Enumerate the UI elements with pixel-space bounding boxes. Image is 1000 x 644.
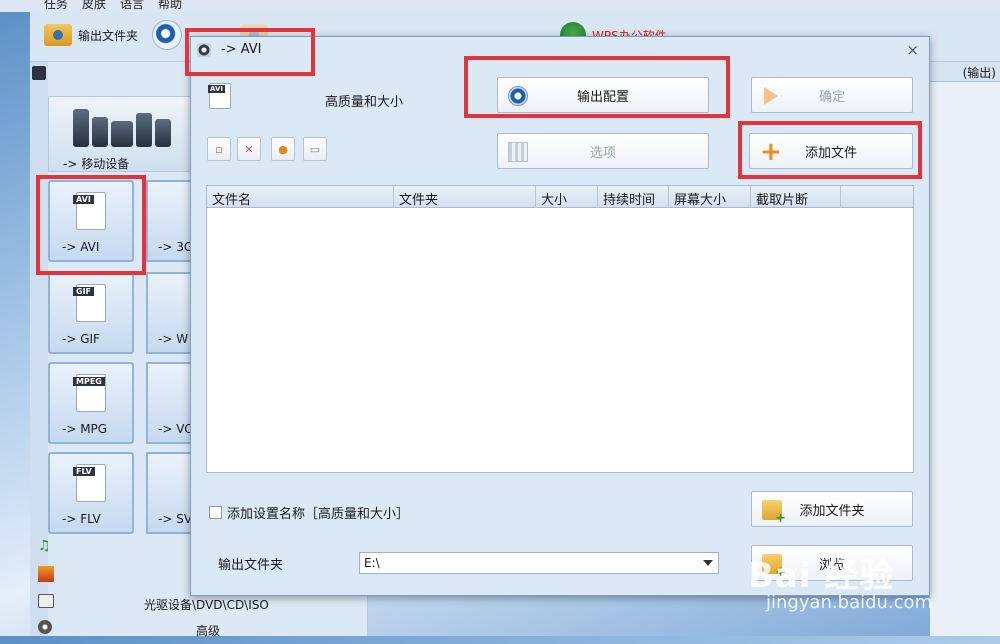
menu-task[interactable]: 任务: [44, 0, 68, 12]
plus-icon: +: [760, 137, 782, 167]
baidu-watermark-url: jingyan.baidu.com: [766, 592, 933, 613]
options-button[interactable]: [152, 20, 182, 50]
output-folder-button[interactable]: 输出文件夹: [44, 24, 138, 46]
remove-icon: ✕: [244, 142, 254, 156]
menu-skin[interactable]: 皮肤: [82, 0, 106, 12]
flv-file-icon: FLV: [73, 464, 106, 502]
col-size[interactable]: 大小: [536, 186, 598, 208]
advanced-category[interactable]: 高级: [30, 618, 368, 644]
quality-label: 高质量和大小: [325, 95, 404, 110]
col-folder[interactable]: 文件夹: [394, 186, 536, 208]
tile-swf-label: -> SV: [158, 512, 193, 526]
dialog-title: -> AVI: [221, 42, 262, 57]
app-icon: [197, 43, 211, 57]
media-info-icon-button[interactable]: ▭: [303, 137, 327, 161]
add-item-icon-button[interactable]: ▫: [207, 137, 231, 161]
output-folder-label: 输出文件夹: [78, 28, 139, 43]
tile-mpg-label: -> MPG: [62, 422, 108, 436]
film-icon: [508, 142, 528, 162]
tile-flv-label: -> FLV: [62, 512, 101, 526]
tile-vob-label: -> VO: [158, 422, 194, 436]
tile-gif-label: -> GIF: [62, 332, 100, 346]
col-duration[interactable]: 持续时间: [598, 186, 669, 208]
add-folder-label: 添加文件夹: [799, 503, 865, 519]
add-setting-name-checkbox[interactable]: 添加设置名称［高质量和大小］: [209, 503, 409, 522]
output-folder-select[interactable]: E:\: [359, 552, 719, 574]
mobile-devices-tile[interactable]: -> 移动设备: [48, 96, 193, 172]
drive-icon: [38, 594, 54, 608]
tile-vob[interactable]: -> VO: [146, 362, 196, 444]
add-doc-icon: ▫: [215, 142, 223, 156]
advanced-label: 高级: [196, 624, 221, 638]
checkbox-box[interactable]: [209, 506, 222, 519]
col-filename[interactable]: 文件名: [207, 186, 394, 208]
output-folder-value: E:\: [364, 556, 380, 570]
output-column-header[interactable]: (输出): [930, 62, 1000, 82]
settings-gear-icon: [508, 86, 528, 106]
tile-3gp[interactable]: -> 3G: [146, 180, 196, 262]
tile-avi[interactable]: AVI -> AVI: [48, 180, 134, 262]
avi-dialog: -> AVI × AVI 高质量和大小 输出配置 确定 ▫ ✕ ● ▭ 选项 +…: [190, 36, 930, 596]
avi-format-icon: AVI: [208, 83, 231, 109]
devices-icon: [73, 105, 173, 147]
mobile-devices-label: -> 移动设备: [63, 157, 130, 171]
folder-add-icon: [762, 500, 786, 526]
output-column-pane: (输出): [930, 62, 1000, 636]
dialog-titlebar: -> AVI ×: [191, 37, 929, 65]
confirm-label: 确定: [818, 89, 845, 105]
advanced-gear-icon: [38, 620, 52, 634]
output-config-label: 输出配置: [576, 89, 629, 105]
image-category[interactable]: [30, 564, 190, 590]
col-clip[interactable]: 截取片断: [751, 186, 841, 208]
options-label: 选项: [589, 145, 616, 161]
close-icon[interactable]: ×: [906, 41, 919, 59]
file-list[interactable]: 文件名 文件夹 大小 持续时间 屏幕大小 截取片断: [206, 185, 914, 473]
avi-file-icon: AVI: [73, 192, 106, 230]
tile-3gp-label: -> 3G: [158, 240, 194, 254]
play-icon: ●: [278, 142, 288, 156]
options-button[interactable]: 选项: [497, 133, 709, 169]
tile-avi-label: -> AVI: [62, 240, 100, 254]
play-icon-button[interactable]: ●: [271, 137, 295, 161]
picture-icon: [38, 566, 54, 582]
file-list-header: 文件名 文件夹 大小 持续时间 屏幕大小 截取片断: [207, 186, 913, 208]
output-folder-label: 输出文件夹: [218, 558, 284, 573]
menu-bar: 任务 皮肤 语言 帮助: [0, 0, 1000, 12]
info-icon: ▭: [309, 142, 321, 156]
col-screen-size[interactable]: 屏幕大小: [669, 186, 751, 208]
audio-category[interactable]: ♫: [30, 536, 190, 562]
output-config-button[interactable]: 输出配置: [497, 77, 709, 113]
chevron-down-icon: [703, 560, 713, 566]
optical-drive-label: 光驱设备\DVD\CD\ISO: [144, 598, 269, 612]
add-folder-button[interactable]: 添加文件夹: [751, 491, 913, 527]
add-file-label: 添加文件: [804, 145, 857, 161]
tile-swf[interactable]: -> SV: [146, 452, 196, 534]
tile-mpg[interactable]: MPEG -> MPG: [48, 362, 134, 444]
gif-file-icon: GIF: [73, 284, 106, 322]
tile-wmv[interactable]: -> W: [146, 272, 196, 354]
menu-help[interactable]: 帮助: [158, 0, 182, 12]
menu-language[interactable]: 语言: [120, 0, 144, 12]
folder-icon: [44, 24, 72, 46]
add-file-button[interactable]: + 添加文件: [749, 133, 913, 169]
confirm-button[interactable]: 确定: [751, 77, 913, 113]
add-setting-name-label: 添加设置名称［高质量和大小］: [227, 507, 410, 522]
video-category-icon[interactable]: [32, 66, 46, 80]
tile-wmv-label: -> W: [158, 332, 189, 346]
tile-flv[interactable]: FLV -> FLV: [48, 452, 134, 534]
mpeg-file-icon: MPEG: [73, 374, 106, 412]
gear-icon: [152, 20, 182, 50]
remove-icon-button[interactable]: ✕: [237, 137, 261, 161]
baidu-watermark-logo: Bai 经验: [748, 556, 895, 596]
arrow-right-icon: [764, 87, 778, 105]
music-note-icon: ♫: [38, 538, 51, 554]
tile-gif[interactable]: GIF -> GIF: [48, 272, 134, 354]
